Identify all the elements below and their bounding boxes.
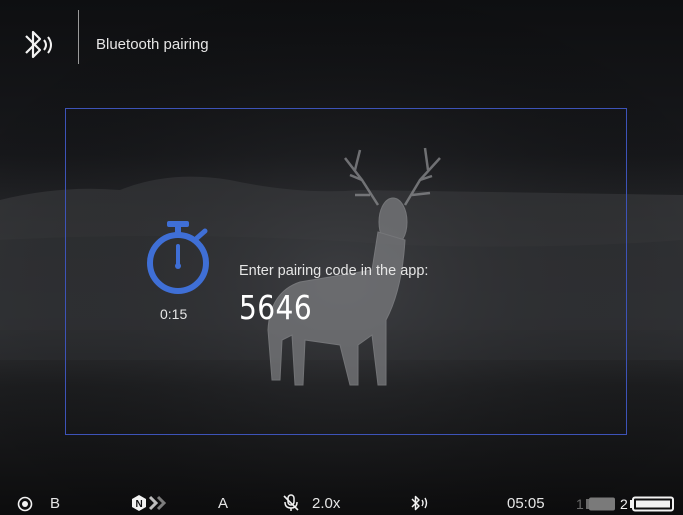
clock-time: 05:05 (507, 495, 545, 512)
battery-1-label: 1 (576, 496, 584, 512)
mic-muted-icon (283, 494, 299, 511)
bluetooth-status-icon (411, 495, 428, 511)
header-divider (78, 10, 79, 64)
pairing-prompt: Enter pairing code in the app: (239, 263, 429, 279)
battery-2-icon: 2 (620, 496, 674, 512)
battery-1-icon: 1 (576, 496, 615, 512)
navigation-n-icon: N (132, 495, 167, 511)
battery-2-label: 2 (620, 496, 628, 512)
mode-label: B (50, 495, 61, 512)
zoom-level: 2.0x (312, 495, 341, 512)
stopwatch-icon (147, 221, 209, 294)
bluetooth-signal-icon (25, 30, 52, 59)
svg-text:N: N (136, 499, 143, 510)
calibration-label: A (218, 495, 229, 512)
pairing-code: 5646 (239, 288, 313, 327)
countdown-timer: 0:15 (160, 306, 188, 322)
page-title: Bluetooth pairing (96, 36, 209, 53)
